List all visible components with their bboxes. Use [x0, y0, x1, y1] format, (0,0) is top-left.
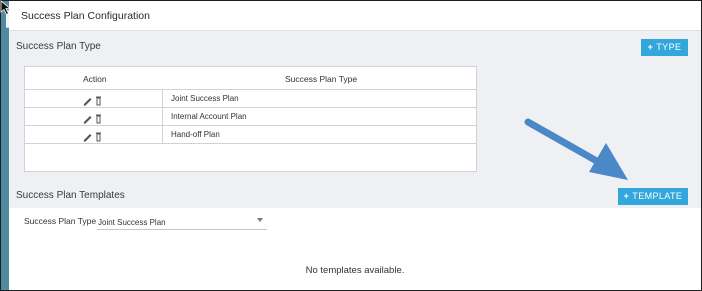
types-table: Action Success Plan Type Joint Success P… [24, 66, 477, 172]
pencil-icon[interactable] [83, 98, 92, 106]
page-title: Success Plan Configuration [21, 10, 150, 22]
row-actions [83, 111, 107, 124]
types-section-header: Success Plan Type + TYPE [9, 31, 701, 59]
types-section-title: Success Plan Type [16, 41, 101, 52]
templates-section-title: Success Plan Templates [16, 190, 125, 201]
add-type-button[interactable]: + TYPE [641, 39, 688, 56]
table-row: Internal Account Plan [25, 108, 476, 126]
templates-panel: Success Plan Type Joint Success Plan No … [9, 208, 701, 290]
plus-icon: + [647, 42, 654, 52]
page-header: Success Plan Configuration [9, 1, 701, 31]
table-header: Action Success Plan Type [25, 67, 476, 90]
plan-type-name: Joint Success Plan [171, 94, 239, 103]
pencil-icon[interactable] [83, 116, 92, 124]
pencil-icon[interactable] [83, 134, 92, 142]
plan-type-name: Internal Account Plan [171, 112, 247, 121]
plan-type-select[interactable]: Joint Success Plan [97, 215, 267, 230]
add-template-button-label: TEMPLATE [632, 191, 683, 201]
left-rail [1, 1, 9, 290]
trash-icon[interactable] [96, 132, 101, 142]
trash-icon[interactable] [96, 96, 101, 106]
empty-templates-message: No templates available. [305, 265, 405, 276]
chevron-down-icon [257, 218, 263, 222]
mouse-pointer-icon [0, 0, 12, 16]
row-actions [83, 93, 107, 106]
templates-section-header: Success Plan Templates + TEMPLATE [9, 180, 701, 208]
add-template-button[interactable]: + TEMPLATE [618, 188, 688, 205]
table-row: Hand-off Plan [25, 126, 476, 144]
plan-type-name: Hand-off Plan [171, 130, 220, 139]
plan-type-filter-label: Success Plan Type [24, 216, 97, 226]
plan-type-select-value: Joint Success Plan [98, 218, 166, 227]
table-row: Joint Success Plan [25, 90, 476, 108]
column-header-action: Action [83, 74, 107, 84]
plus-icon: + [623, 191, 630, 201]
add-type-button-label: TYPE [656, 42, 682, 52]
types-panel: Action Success Plan Type Joint Success P… [9, 58, 701, 180]
trash-icon[interactable] [96, 114, 101, 124]
column-header-type: Success Plan Type [285, 74, 358, 84]
app-window: » Success Plan Configuration Success Pla… [0, 0, 702, 291]
row-actions [83, 129, 107, 142]
